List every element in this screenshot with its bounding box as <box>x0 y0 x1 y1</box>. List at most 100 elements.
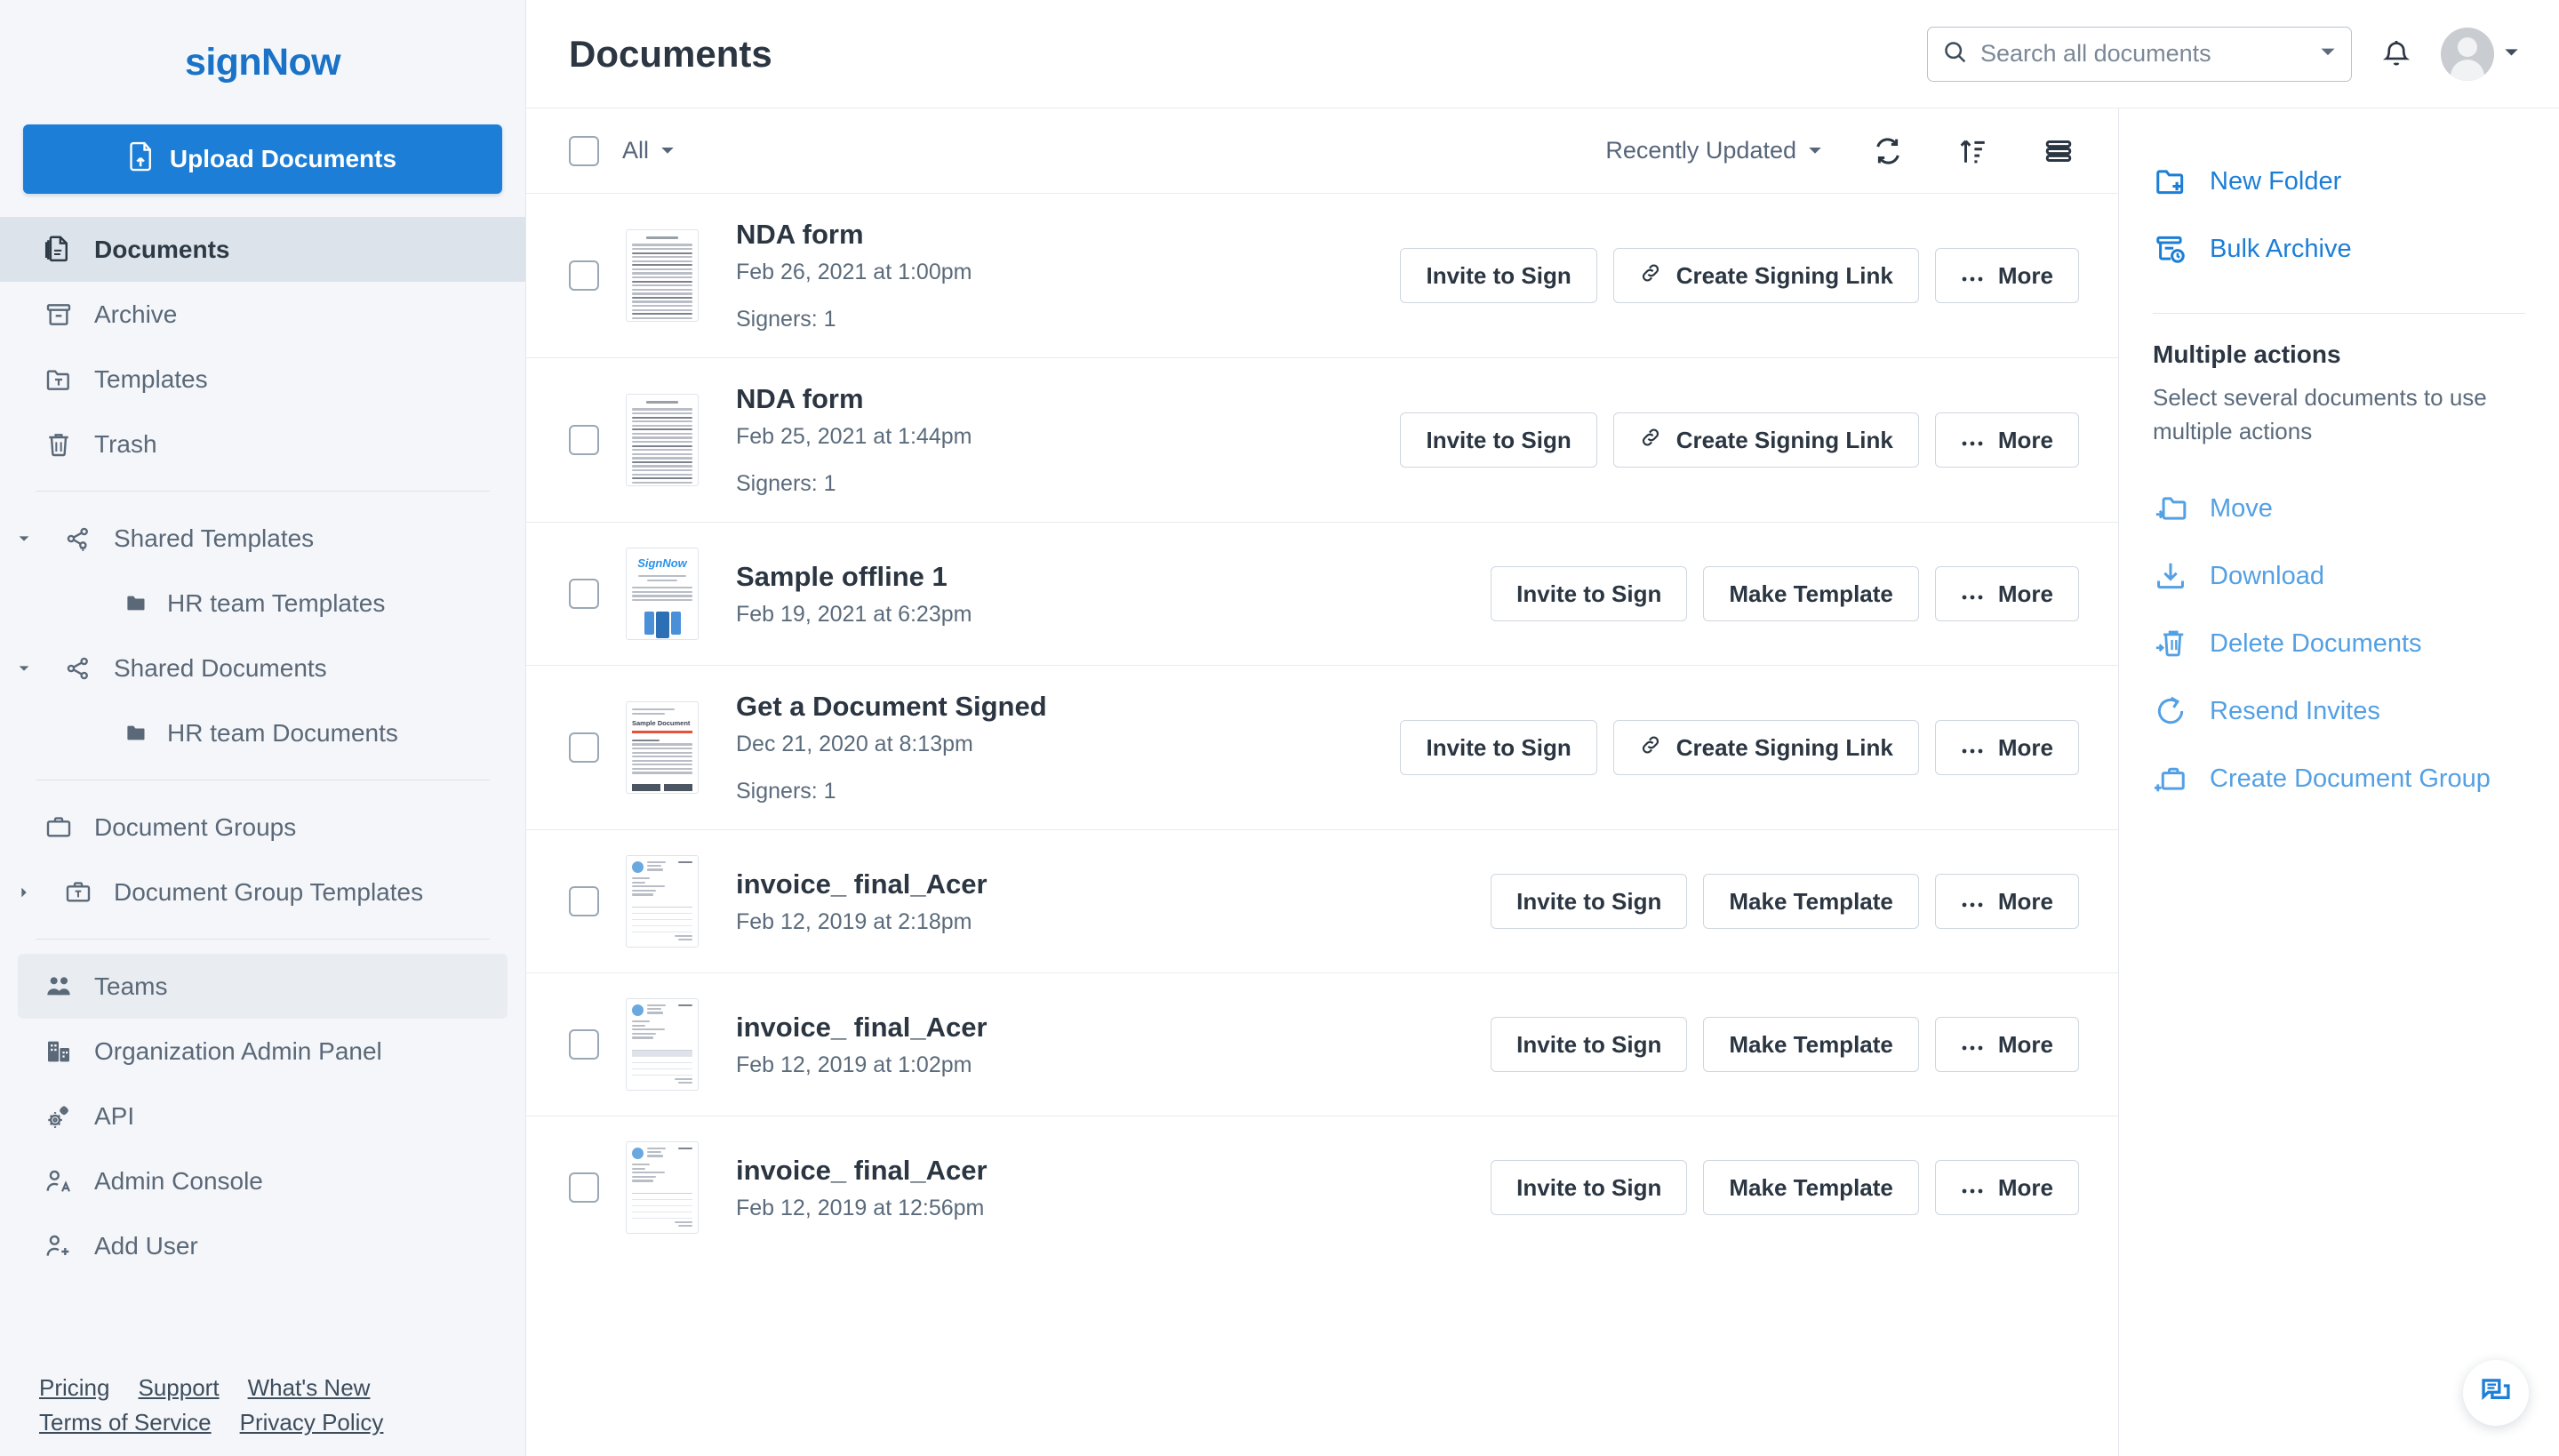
make-template-button[interactable]: Make Template <box>1703 874 1918 929</box>
table-row[interactable]: SignNow Sample offline 1 <box>526 523 2118 666</box>
footer-link-terms-of-service[interactable]: Terms of Service <box>39 1409 212 1436</box>
document-name[interactable]: invoice_ final_Acer <box>736 1012 988 1044</box>
chat-support-button[interactable] <box>2463 1360 2529 1426</box>
more-button[interactable]: More <box>1935 720 2079 775</box>
refresh-icon[interactable] <box>1867 131 1908 172</box>
search-input[interactable] <box>1980 40 2307 68</box>
upload-documents-button[interactable]: Upload Documents <box>23 124 502 194</box>
chevron-right-icon[interactable] <box>12 885 36 900</box>
row-checkbox[interactable] <box>569 1029 599 1060</box>
create-document-group-action[interactable]: Create Document Group <box>2119 745 2559 812</box>
footer-link-privacy-policy[interactable]: Privacy Policy <box>240 1409 384 1436</box>
make-template-button[interactable]: Make Template <box>1703 566 1918 621</box>
sidebar-item-hr-team-documents[interactable]: HR team Documents <box>0 700 525 765</box>
create-document-group-label: Create Document Group <box>2210 764 2491 794</box>
more-button[interactable]: More <box>1935 248 2079 303</box>
sidebar-item-api[interactable]: API <box>0 1084 525 1148</box>
chevron-down-icon[interactable] <box>12 661 36 676</box>
document-thumbnail[interactable] <box>626 1141 699 1234</box>
delete-documents-action[interactable]: Delete Documents <box>2119 610 2559 677</box>
document-name[interactable]: NDA form <box>736 219 972 251</box>
document-name[interactable]: Sample offline 1 <box>736 561 972 593</box>
invite-to-sign-button[interactable]: Invite to Sign <box>1400 248 1596 303</box>
table-row[interactable]: invoice_ final_Acer Feb 12, 2019 at 2:18… <box>526 830 2118 973</box>
sidebar-item-document-group-templates[interactable]: Document Group Templates <box>0 860 525 924</box>
user-menu[interactable] <box>2441 28 2520 81</box>
list-view-icon[interactable] <box>2038 131 2079 172</box>
chevron-down-icon[interactable] <box>2503 44 2520 65</box>
sidebar-item-document-groups[interactable]: Document Groups <box>0 795 525 860</box>
table-row[interactable]: NDA form Feb 26, 2021 at 1:00pm Signers:… <box>526 194 2118 358</box>
sidebar-item-shared-templates[interactable]: Shared Templates <box>0 506 525 571</box>
table-row[interactable]: invoice_ final_Acer Feb 12, 2019 at 12:5… <box>526 1116 2118 1259</box>
make-template-button[interactable]: Make Template <box>1703 1160 1918 1215</box>
invite-to-sign-button[interactable]: Invite to Sign <box>1491 1017 1687 1072</box>
document-thumbnail[interactable] <box>626 998 699 1091</box>
row-actions: Invite to Sign Make Template More <box>1455 566 2079 621</box>
sort-ascending-icon[interactable] <box>1953 131 1994 172</box>
document-name[interactable]: Get a Document Signed <box>736 691 1047 723</box>
row-checkbox[interactable] <box>569 260 599 291</box>
link-icon <box>1639 733 1662 763</box>
row-checkbox[interactable] <box>569 579 599 609</box>
create-signing-link-button[interactable]: Create Signing Link <box>1613 412 1919 468</box>
footer-link-support[interactable]: Support <box>138 1374 219 1402</box>
create-signing-link-button[interactable]: Create Signing Link <box>1613 720 1919 775</box>
sidebar-item-documents[interactable]: Documents <box>0 217 525 282</box>
table-row[interactable]: invoice_ final_Acer Feb 12, 2019 at 1:02… <box>526 973 2118 1116</box>
document-thumbnail[interactable] <box>626 229 699 322</box>
invite-to-sign-button[interactable]: Invite to Sign <box>1491 566 1687 621</box>
row-checkbox[interactable] <box>569 732 599 763</box>
bulk-archive-action[interactable]: Bulk Archive <box>2119 215 2559 283</box>
more-button[interactable]: More <box>1935 1017 2079 1072</box>
more-button[interactable]: More <box>1935 874 2079 929</box>
logo[interactable]: signNow <box>0 0 525 124</box>
resend-invites-action[interactable]: Resend Invites <box>2119 677 2559 745</box>
chevron-down-icon[interactable] <box>2319 43 2337 65</box>
search-box[interactable] <box>1927 27 2352 82</box>
document-thumbnail[interactable]: Sample Document <box>626 701 699 794</box>
filter-dropdown[interactable]: All <box>622 137 676 164</box>
document-name[interactable]: invoice_ final_Acer <box>736 868 988 900</box>
invite-to-sign-button[interactable]: Invite to Sign <box>1491 874 1687 929</box>
move-action[interactable]: Move <box>2119 475 2559 542</box>
sidebar-item-organization-admin-panel[interactable]: Organization Admin Panel <box>0 1019 525 1084</box>
document-name[interactable]: NDA form <box>736 383 972 415</box>
make-template-button[interactable]: Make Template <box>1703 1017 1918 1072</box>
sidebar-item-admin-console[interactable]: Admin Console <box>0 1148 525 1213</box>
sort-dropdown[interactable]: Recently Updated <box>1605 137 1823 164</box>
row-checkbox[interactable] <box>569 886 599 916</box>
invite-to-sign-button[interactable]: Invite to Sign <box>1400 412 1596 468</box>
sidebar-item-shared-documents[interactable]: Shared Documents <box>0 636 525 700</box>
row-checkbox[interactable] <box>569 1172 599 1203</box>
create-signing-link-button[interactable]: Create Signing Link <box>1613 248 1919 303</box>
new-folder-action[interactable]: New Folder <box>2119 148 2559 215</box>
select-all-checkbox[interactable] <box>569 136 599 166</box>
more-label: More <box>1998 580 2053 608</box>
notification-bell-icon[interactable] <box>2377 35 2416 74</box>
row-checkbox[interactable] <box>569 425 599 455</box>
footer-link-pricing[interactable]: Pricing <box>39 1374 109 1402</box>
sidebar-item-templates[interactable]: Templates <box>0 347 525 412</box>
table-row[interactable]: NDA form Feb 25, 2021 at 1:44pm Signers:… <box>526 358 2118 523</box>
sidebar-item-trash[interactable]: Trash <box>0 412 525 476</box>
document-thumbnail[interactable] <box>626 855 699 948</box>
footer-link-whats-new[interactable]: What's New <box>248 1374 371 1402</box>
download-action[interactable]: Download <box>2119 542 2559 610</box>
sidebar-item-teams[interactable]: Teams <box>18 954 508 1019</box>
sidebar-item-archive[interactable]: Archive <box>0 282 525 347</box>
document-thumbnail[interactable] <box>626 394 699 486</box>
invite-to-sign-button[interactable]: Invite to Sign <box>1491 1160 1687 1215</box>
more-button[interactable]: More <box>1935 1160 2079 1215</box>
more-button[interactable]: More <box>1935 412 2079 468</box>
sidebar-item-add-user[interactable]: Add User <box>0 1213 525 1278</box>
document-name[interactable]: invoice_ final_Acer <box>736 1155 988 1187</box>
document-thumbnail[interactable]: SignNow <box>626 548 699 640</box>
more-button[interactable]: More <box>1935 566 2079 621</box>
page-title: Documents <box>569 33 772 76</box>
invite-to-sign-button[interactable]: Invite to Sign <box>1400 720 1596 775</box>
chevron-down-icon[interactable] <box>12 532 36 546</box>
document-date: Dec 21, 2020 at 8:13pm <box>736 732 1047 757</box>
table-row[interactable]: Sample Document <box>526 666 2118 830</box>
sidebar-item-hr-team-templates[interactable]: HR team Templates <box>0 571 525 636</box>
